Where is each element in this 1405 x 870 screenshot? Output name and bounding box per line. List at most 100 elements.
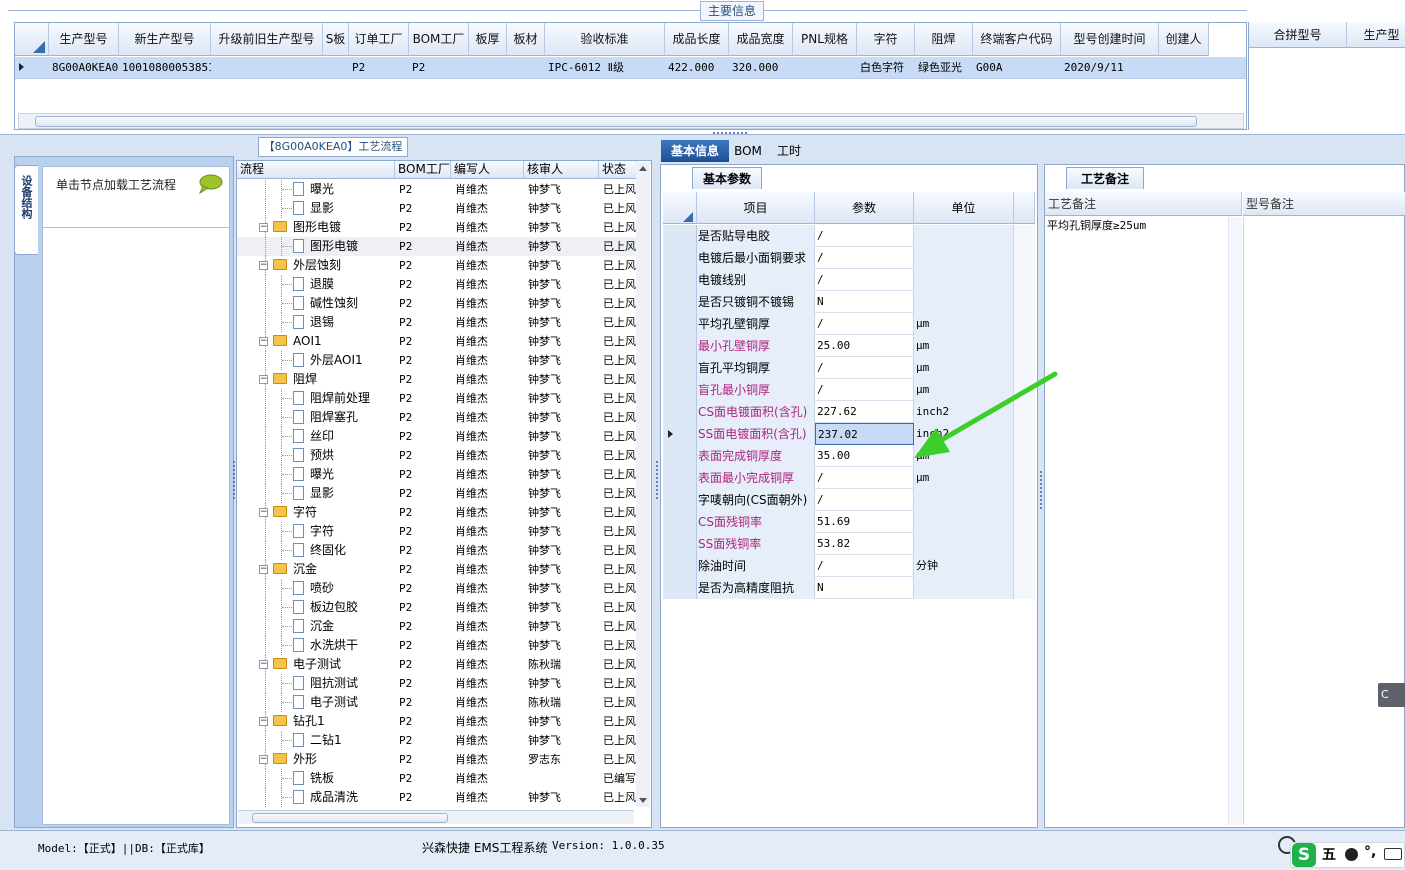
tree-row[interactable]: − 图形电镀 P2 肖维杰 钟梦飞 已上风 — [237, 218, 637, 237]
col-header[interactable]: BOM工厂 — [409, 23, 469, 56]
tree-row[interactable]: 沉金 P2 肖维杰 钟梦飞 已上风 — [237, 617, 637, 636]
col-header[interactable]: 板材 — [507, 23, 545, 56]
tree-row[interactable]: − 字符 P2 肖维杰 钟梦飞 已上风 — [237, 503, 637, 522]
param-value[interactable]: 53.82 — [815, 533, 914, 555]
grid-cell[interactable]: P2 — [349, 57, 409, 79]
param-row[interactable]: 除油时间 / 分钟 — [663, 555, 1035, 577]
tree-node-label[interactable]: 退锡 — [310, 313, 334, 332]
tree-col-header[interactable]: 核审人 — [524, 161, 599, 179]
tree-node-label[interactable]: 碱性蚀刻 — [310, 294, 358, 313]
ime-mode[interactable]: 五 — [1322, 844, 1336, 864]
col-header[interactable]: S板 — [323, 23, 349, 56]
tree-node-label[interactable]: 字符 — [293, 503, 317, 522]
param-row[interactable]: SS面残铜率 53.82 — [663, 533, 1035, 555]
grid-cell[interactable]: G00A — [973, 57, 1061, 79]
expand-toggle-icon[interactable]: − — [259, 755, 268, 764]
tree-node-label[interactable]: 显影 — [310, 484, 334, 503]
tree-row[interactable]: 电子测试 P2 肖维杰 陈秋瑞 已上风 — [237, 693, 637, 712]
tree-row[interactable]: 显影 P2 肖维杰 钟梦飞 已上风 — [237, 199, 637, 218]
param-row[interactable]: 表面最小完成铜厚 / μm — [663, 467, 1035, 489]
expand-toggle-icon[interactable]: − — [259, 565, 268, 574]
col-header[interactable]: 验收标准 — [545, 23, 665, 56]
expand-toggle-icon[interactable]: − — [259, 660, 268, 669]
scroll-down-icon[interactable] — [639, 798, 647, 803]
tab-basic-params[interactable]: 基本参数 — [692, 167, 762, 189]
ime-halfwidth-icon[interactable] — [1345, 848, 1358, 861]
tree-col-header[interactable]: 流程 — [237, 161, 395, 179]
splitter-handle[interactable] — [1039, 470, 1043, 510]
tree-row[interactable]: − 外形 P2 肖维杰 罗志东 已上风 — [237, 750, 637, 769]
param-col-header[interactable]: 单位 — [914, 192, 1014, 224]
scroll-thumb[interactable] — [35, 116, 1197, 127]
scroll-thumb[interactable] — [252, 813, 448, 823]
tree-row[interactable]: 阻抗测试 P2 肖维杰 钟梦飞 已上风 — [237, 674, 637, 693]
param-row[interactable]: 是否只镀铜不镀锡 N — [663, 291, 1035, 313]
tree-node-label[interactable]: 预烘 — [310, 446, 334, 465]
param-value[interactable]: / — [815, 225, 914, 247]
right-col-header[interactable]: 合拼型号 — [1249, 22, 1347, 48]
grid-cell[interactable] — [323, 57, 349, 79]
tree-row[interactable]: 阻焊塞孔 P2 肖维杰 钟梦飞 已上风 — [237, 408, 637, 427]
tree-row[interactable]: − AOI1 P2 肖维杰 钟梦飞 已上风 — [237, 332, 637, 351]
tree-node-label[interactable]: 二钻1 — [310, 731, 342, 750]
tree-row[interactable]: − 沉金 P2 肖维杰 钟梦飞 已上风 — [237, 560, 637, 579]
ime-punct-icon[interactable]: °, — [1364, 844, 1376, 860]
param-value[interactable]: / — [815, 555, 914, 577]
tab-process-remark[interactable]: 工艺备注 — [1066, 167, 1144, 189]
tree-row[interactable]: 板边包胶 P2 肖维杰 钟梦飞 已上风 — [237, 598, 637, 617]
tree-node-label[interactable]: 水洗烘干 — [310, 636, 358, 655]
product-grid-hscroll[interactable] — [18, 113, 1244, 129]
grid-cell[interactable]: 422.000 — [665, 57, 729, 79]
tree-node-label[interactable]: 字符 — [310, 522, 334, 541]
grid-cell[interactable] — [507, 57, 545, 79]
param-value[interactable]: N — [815, 291, 914, 313]
right-col-header[interactable]: 生产型 — [1347, 22, 1405, 48]
tree-node-label[interactable]: 曝光 — [310, 465, 334, 484]
tree-node-label[interactable]: 成品清洗 — [310, 788, 358, 807]
tree-row[interactable]: 水洗烘干 P2 肖维杰 钟梦飞 已上风 — [237, 636, 637, 655]
tree-row[interactable]: 喷砂 P2 肖维杰 钟梦飞 已上风 — [237, 579, 637, 598]
col-header[interactable]: 新生产型号 — [119, 23, 211, 56]
tree-row[interactable]: − 钻孔1 P2 肖维杰 钟梦飞 已上风 — [237, 712, 637, 731]
param-row[interactable]: 是否为高精度阻抗 N — [663, 577, 1035, 599]
tree-row[interactable]: 退膜 P2 肖维杰 钟梦飞 已上风 — [237, 275, 637, 294]
tree-row[interactable]: 字符 P2 肖维杰 钟梦飞 已上风 — [237, 522, 637, 541]
param-value[interactable]: / — [815, 489, 914, 511]
splitter-handle[interactable] — [232, 460, 236, 500]
tree-row[interactable]: 预烘 P2 肖维杰 钟梦飞 已上风 — [237, 446, 637, 465]
param-row[interactable]: 最小孔壁铜厚 25.00 μm — [663, 335, 1035, 357]
main-info-title[interactable]: 主要信息 — [700, 1, 764, 21]
col-header[interactable]: 字符 — [857, 23, 915, 56]
expand-toggle-icon[interactable]: − — [259, 717, 268, 726]
tree-row[interactable]: 阻焊前处理 P2 肖维杰 钟梦飞 已上风 — [237, 389, 637, 408]
tree-node-label[interactable]: 显影 — [310, 199, 334, 218]
tree-node-label[interactable]: 阻焊前处理 — [310, 389, 370, 408]
col-header[interactable]: 成品长度 — [665, 23, 729, 56]
tree-row[interactable]: 退锡 P2 肖维杰 钟梦飞 已上风 — [237, 313, 637, 332]
tree-node-label[interactable]: 图形电镀 — [310, 237, 358, 256]
param-value[interactable]: / — [815, 313, 914, 335]
tree-node-label[interactable]: 外层蚀刻 — [293, 256, 341, 275]
tree-row[interactable]: 铣板 P2 肖维杰 已编写 — [237, 769, 637, 788]
param-value[interactable]: 51.69 — [815, 511, 914, 533]
grid-cell[interactable]: P2 — [409, 57, 469, 79]
col-header[interactable]: 型号创建时间 — [1061, 23, 1159, 56]
param-value[interactable]: / — [815, 269, 914, 291]
grid-cell[interactable]: 白色字符 — [857, 57, 915, 79]
tree-col-header[interactable]: 状态 — [599, 161, 637, 179]
grid-cell[interactable] — [793, 57, 857, 79]
param-row[interactable]: 字唛朝向(CS面朝外) / — [663, 489, 1035, 511]
grid-cell[interactable] — [211, 57, 323, 79]
col-header[interactable]: PNL规格 — [793, 23, 857, 56]
col-header[interactable]: 板厚 — [469, 23, 507, 56]
tree-node-label[interactable]: 曝光 — [310, 180, 334, 199]
tree-node-label[interactable]: 钻孔1 — [293, 712, 325, 731]
splitter-handle[interactable] — [655, 460, 659, 500]
grid-cell[interactable] — [1159, 57, 1209, 79]
param-value[interactable]: N — [815, 577, 914, 599]
col-header[interactable]: 订单工厂 — [349, 23, 409, 56]
tab-bom[interactable]: BOM — [733, 140, 763, 162]
tree-row[interactable]: 显影 P2 肖维杰 钟梦飞 已上风 — [237, 484, 637, 503]
tree-node-label[interactable]: 丝印 — [310, 427, 334, 446]
expand-toggle-icon[interactable]: − — [259, 508, 268, 517]
